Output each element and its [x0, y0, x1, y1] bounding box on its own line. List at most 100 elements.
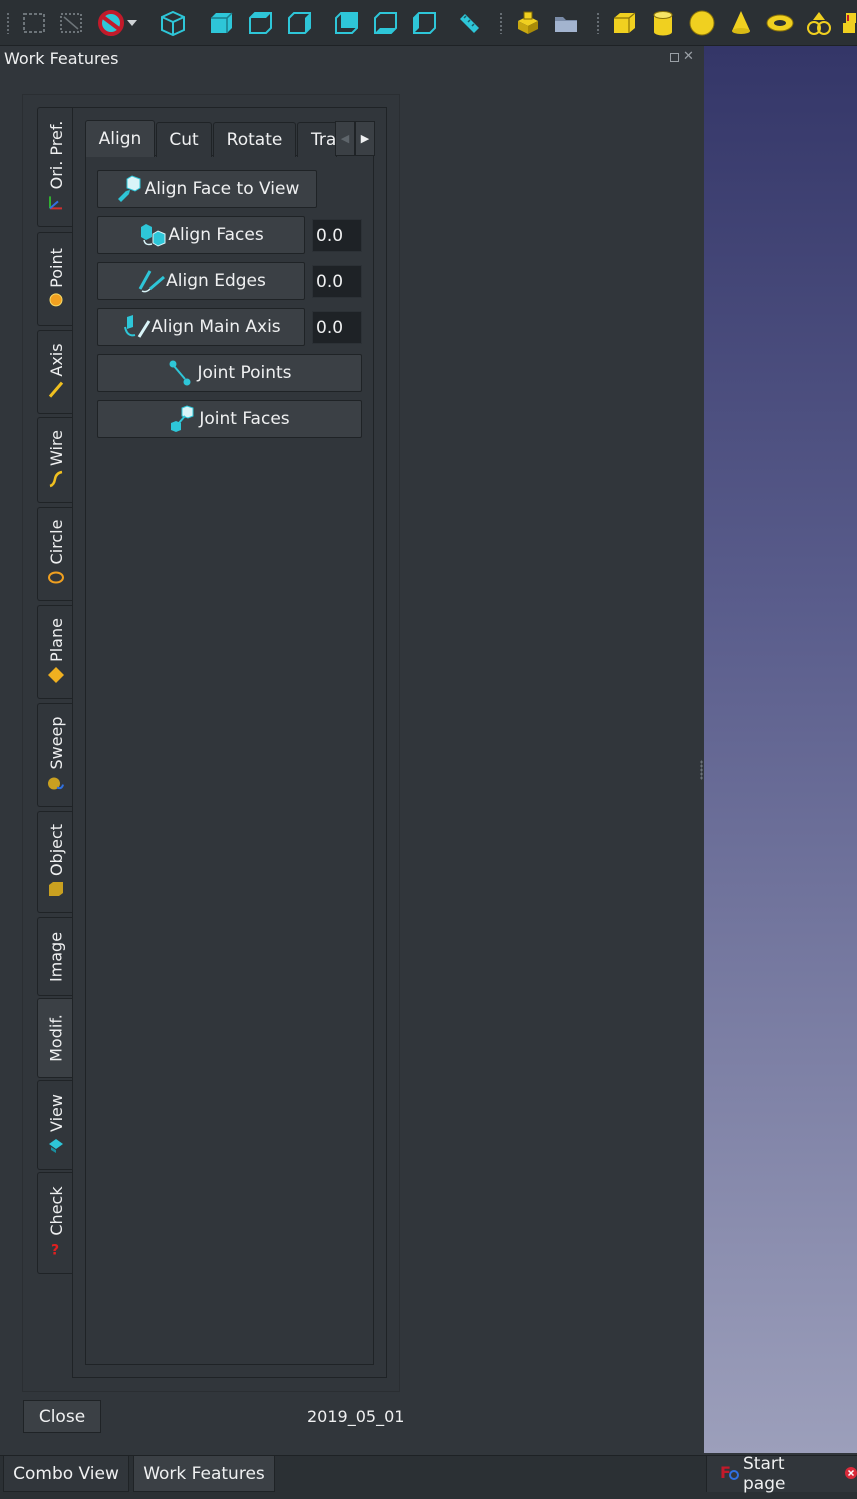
view-top-icon[interactable]	[245, 6, 275, 40]
align-faces-icon	[138, 221, 166, 249]
no-draw-style-icon[interactable]	[96, 6, 126, 40]
view-right-icon[interactable]	[284, 6, 314, 40]
tab-label: Rotate	[226, 130, 283, 150]
side-tab-label: Ori. Pref.	[46, 120, 65, 190]
side-tab-check[interactable]: ? Check	[37, 1172, 73, 1274]
side-tab-label: View	[46, 1094, 65, 1132]
view-front-icon[interactable]	[206, 6, 236, 40]
tab-translate[interactable]: Tra	[297, 122, 337, 157]
align-main-axis-value-field[interactable]	[312, 311, 362, 344]
align-main-axis-button[interactable]: Align Main Axis	[97, 308, 305, 346]
main-toolbar	[0, 0, 857, 46]
button-label: Align Face to View	[144, 179, 300, 199]
view-bottom-icon[interactable]	[370, 6, 400, 40]
tab-label: Combo View	[13, 1463, 119, 1484]
button-label: Align Edges	[166, 271, 266, 291]
side-tab-plane[interactable]: Plane	[37, 605, 73, 699]
side-tab-circle[interactable]: Circle	[37, 507, 73, 601]
joint-points-button[interactable]: Joint Points	[97, 354, 362, 392]
side-tab-label: Axis	[46, 343, 65, 377]
tab-label: Start page	[743, 1454, 786, 1494]
axis-icon	[47, 381, 65, 403]
cone-icon[interactable]	[726, 6, 756, 40]
tab-scroll-right-icon[interactable]: ▶	[355, 121, 375, 156]
tab-label: Cut	[169, 130, 199, 150]
align-main-axis-icon	[121, 313, 151, 341]
tab-start-page[interactable]: F Start page	[706, 1454, 857, 1494]
version-label: 2019_05_01	[307, 1407, 405, 1426]
box-select-dashed-icon[interactable]	[56, 6, 86, 40]
side-tab-label: Check	[46, 1186, 65, 1236]
sphere-icon[interactable]	[687, 6, 717, 40]
view-icon	[47, 1136, 65, 1158]
tab-combo-view[interactable]: Combo View	[3, 1456, 129, 1492]
splitter-handle[interactable]	[700, 760, 703, 780]
side-tab-sweep[interactable]: Sweep	[37, 703, 73, 807]
group-folder-icon[interactable]	[551, 6, 581, 40]
svg-text:?: ?	[51, 1243, 59, 1258]
view-left-icon[interactable]	[409, 6, 439, 40]
side-tab-label: Point	[46, 248, 65, 288]
object-icon	[47, 880, 65, 902]
tab-scroll-left-icon[interactable]: ◀	[335, 121, 355, 156]
button-label: Joint Faces	[199, 409, 290, 429]
close-tab-icon[interactable]	[845, 1464, 857, 1484]
toolbar-grip[interactable]	[499, 12, 503, 34]
box-select-icon[interactable]	[19, 6, 49, 40]
tab-work-features[interactable]: Work Features	[133, 1456, 275, 1492]
side-tab-modif[interactable]: Modif.	[37, 998, 73, 1078]
side-tab-label: Sweep	[46, 716, 65, 770]
close-button[interactable]: Close	[23, 1400, 101, 1433]
tab-label: Work Features	[143, 1463, 265, 1484]
3d-viewport[interactable]	[704, 46, 857, 1453]
align-face-to-view-icon	[115, 175, 141, 203]
button-label: Joint Points	[197, 363, 292, 383]
align-edges-button[interactable]: Align Edges	[97, 262, 305, 300]
toolbar-grip[interactable]	[6, 12, 10, 34]
tab-align[interactable]: Align	[85, 120, 155, 157]
button-label: Align Faces	[168, 225, 264, 245]
align-edges-value-field[interactable]	[312, 265, 362, 298]
sweep-icon	[47, 774, 65, 796]
side-tab-view[interactable]: View	[37, 1080, 73, 1170]
side-tab-point[interactable]: Point	[37, 232, 73, 326]
align-faces-value-field[interactable]	[312, 219, 362, 252]
side-tab-ori-pref[interactable]: Ori. Pref.	[37, 107, 73, 227]
shape-builder-icon[interactable]	[840, 6, 857, 40]
plane-icon	[47, 666, 65, 688]
dock-title: Work Features	[4, 49, 119, 68]
dropdown-arrow-icon[interactable]	[124, 6, 140, 40]
dock-float-icon[interactable]	[670, 53, 679, 62]
torus-icon[interactable]	[765, 6, 795, 40]
side-tab-object[interactable]: Object	[37, 811, 73, 913]
cylinder-icon[interactable]	[648, 6, 678, 40]
tab-rotate[interactable]: Rotate	[213, 122, 296, 157]
part-icon[interactable]	[513, 6, 543, 40]
dock-close-icon[interactable]: ✕	[683, 50, 694, 64]
align-edges-icon	[136, 267, 166, 295]
axes-icon	[47, 193, 65, 215]
joint-faces-icon	[169, 405, 195, 433]
side-tab-image[interactable]: Image	[37, 917, 73, 996]
align-face-to-view-button[interactable]: Align Face to View	[97, 170, 317, 208]
circle-icon	[47, 568, 65, 590]
side-tab-label: Modif.	[46, 1014, 65, 1062]
side-tab-label: Circle	[46, 519, 65, 565]
side-tab-axis[interactable]: Axis	[37, 330, 73, 414]
wire-icon	[47, 470, 65, 492]
side-tab-label: Wire	[46, 430, 65, 466]
view-rear-icon[interactable]	[331, 6, 361, 40]
toolbar-grip[interactable]	[596, 12, 600, 34]
joint-faces-button[interactable]: Joint Faces	[97, 400, 362, 438]
measure-ruler-icon[interactable]	[454, 6, 484, 40]
side-tab-wire[interactable]: Wire	[37, 417, 73, 503]
freecad-logo-icon: F	[719, 1462, 739, 1487]
side-tab-label: Object	[46, 823, 65, 877]
view-isometric-icon[interactable]	[158, 6, 188, 40]
tab-cut[interactable]: Cut	[156, 122, 212, 157]
cube-icon[interactable]	[609, 6, 639, 40]
button-label: Align Main Axis	[151, 317, 281, 337]
align-faces-button[interactable]: Align Faces	[97, 216, 305, 254]
svg-text:F: F	[720, 1463, 731, 1482]
primitives-icon[interactable]	[804, 6, 834, 40]
